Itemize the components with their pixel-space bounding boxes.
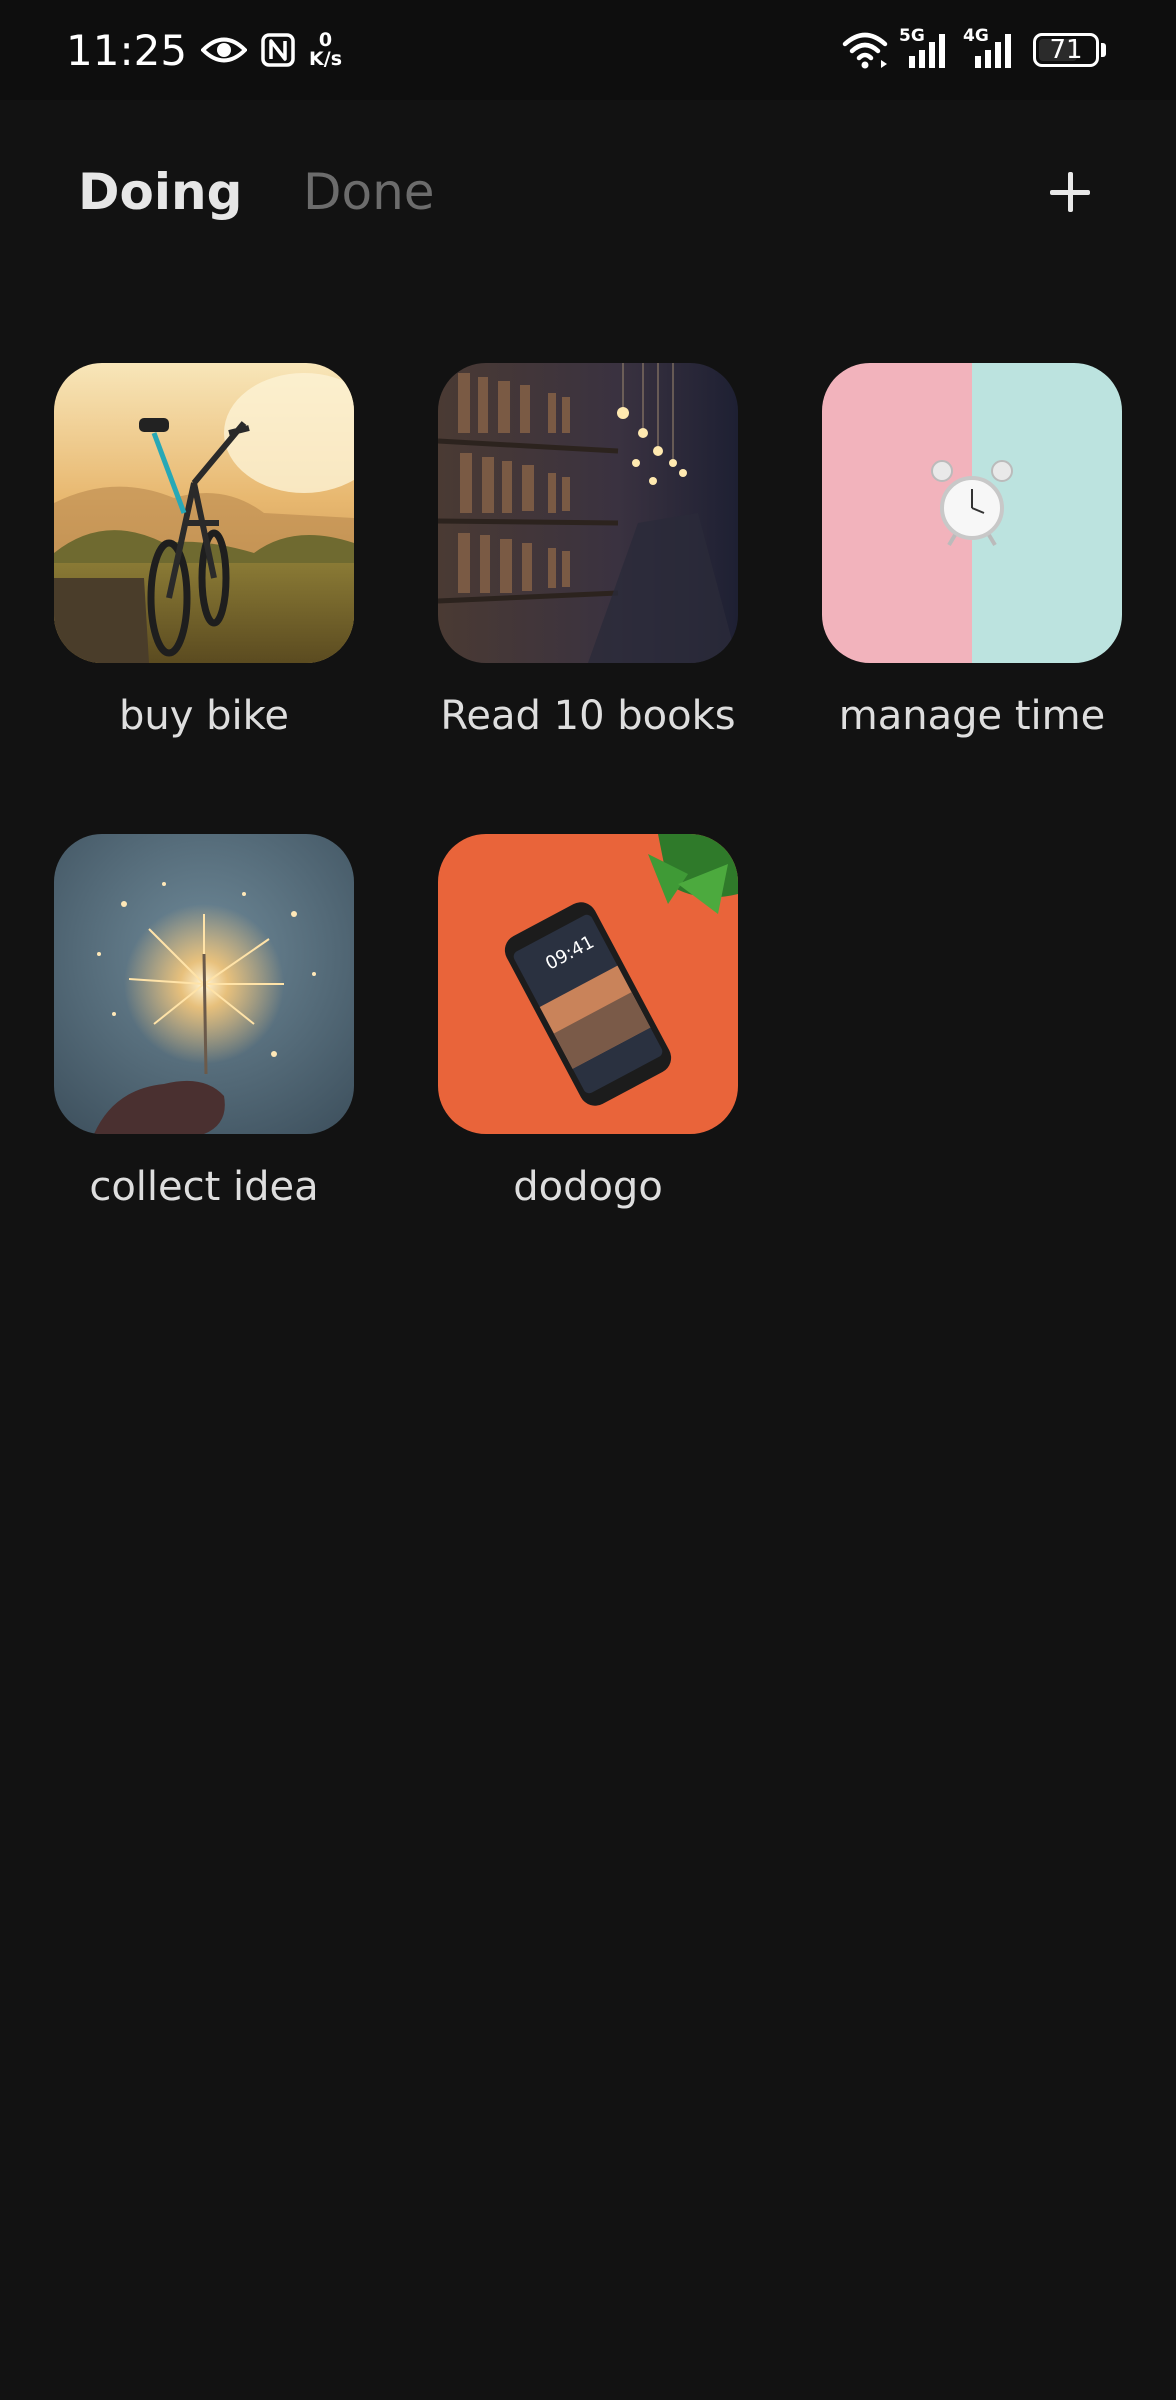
status-time: 11:25 (66, 25, 188, 75)
app-screen: 11:25 0 K/s 5G 4G 71 Doing Done buy bike… (0, 0, 1176, 2400)
goal-card-read-10-books[interactable]: Read 10 books (438, 363, 738, 741)
phone-on-orange-image: 09:41 (438, 834, 738, 1134)
add-goal-button[interactable] (1046, 168, 1094, 216)
signal-5g-label: 5G (899, 26, 925, 46)
battery-icon: 71 (1033, 33, 1099, 67)
network-speed: 0 K/s (309, 31, 342, 69)
status-left: 11:25 0 K/s (66, 20, 342, 80)
goal-card-collect-idea[interactable]: collect idea (54, 834, 354, 1212)
status-right: 5G 4G 71 (841, 24, 1106, 76)
library-bookshelves-image (438, 363, 738, 663)
goal-card-manage-time[interactable]: manage time (822, 363, 1122, 741)
goal-label: manage time (838, 693, 1106, 739)
sparkler-in-hand-image (54, 834, 354, 1134)
status-bar: 11:25 0 K/s 5G 4G 71 (0, 0, 1176, 100)
wifi-icon (841, 30, 889, 70)
goal-label: Read 10 books (440, 693, 736, 739)
tab-doing[interactable]: Doing (78, 162, 242, 222)
battery-percent: 71 (1049, 35, 1083, 65)
bike-at-sunset-image (54, 363, 354, 663)
signal-4g-icon: 4G (963, 26, 1021, 70)
nfc-icon (261, 33, 295, 67)
net-speed-unit: K/s (309, 48, 343, 70)
signal-5g-icon: 5G (899, 26, 953, 70)
battery-cap (1101, 43, 1106, 57)
goal-card-buy-bike[interactable]: buy bike (54, 363, 354, 741)
signal-4g-label: 4G (963, 26, 989, 46)
tab-done[interactable]: Done (303, 162, 435, 222)
goal-label: dodogo (513, 1164, 663, 1210)
goal-label: collect idea (89, 1164, 319, 1210)
alarm-clock-image (822, 363, 1122, 663)
eye-icon (201, 35, 248, 65)
goal-card-dodogo[interactable]: 09:41 dodogo (438, 834, 738, 1212)
goal-label: buy bike (119, 693, 289, 739)
header: Doing Done (0, 140, 1176, 240)
